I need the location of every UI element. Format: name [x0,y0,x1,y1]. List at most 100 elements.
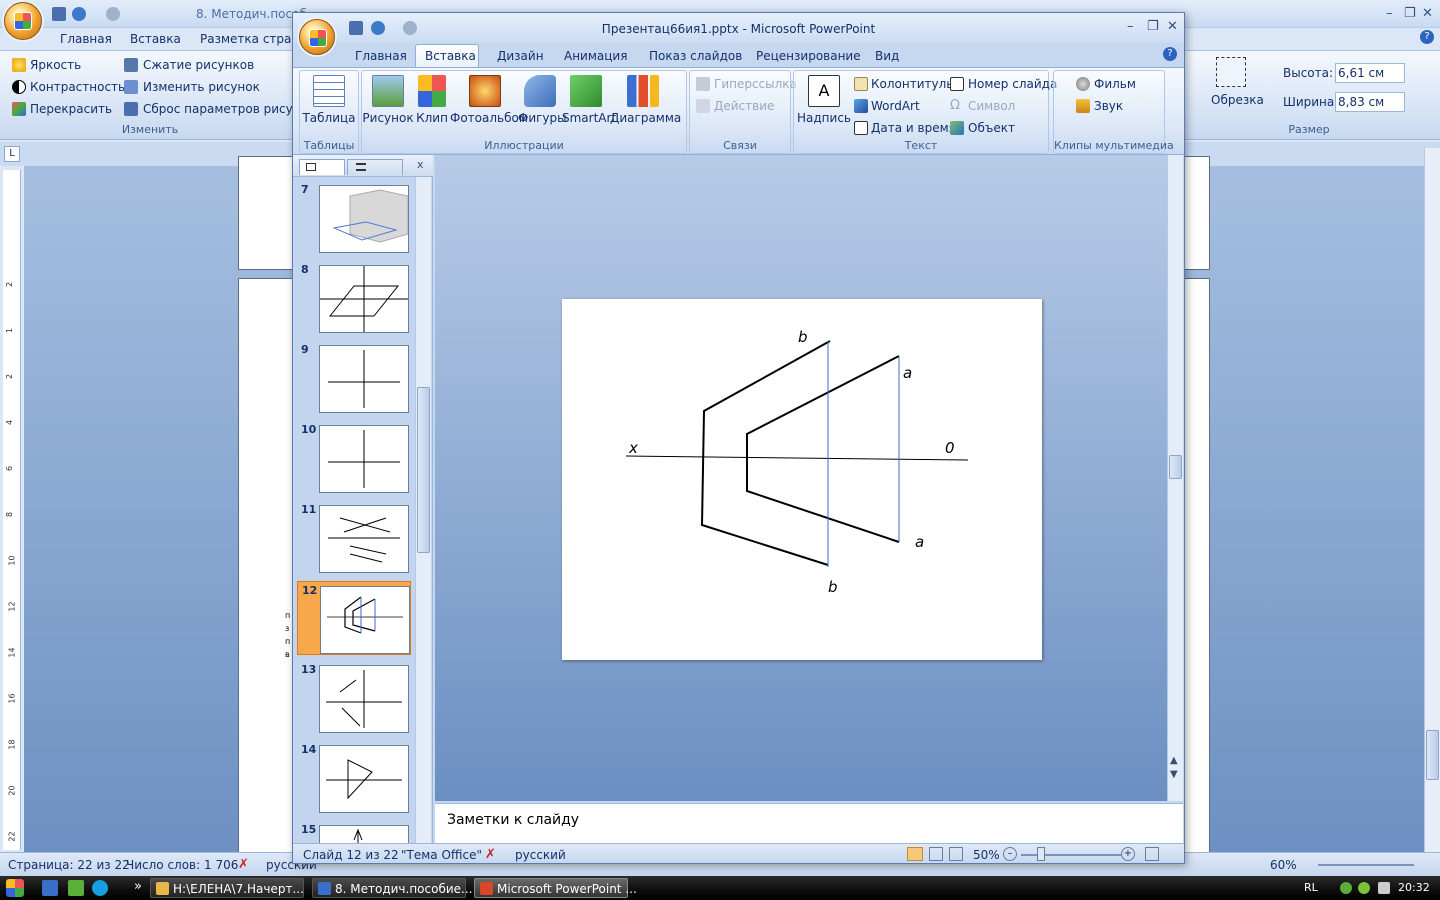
ppt-office-button[interactable] [299,19,335,55]
page-counter[interactable]: Страница: 22 из 22 [8,858,130,872]
taskbar-powerpoint[interactable]: Microsoft PowerPoint ... [474,878,637,898]
word-tab-insert[interactable]: Вставка [130,32,181,46]
recolor-button[interactable]: Перекрасить [30,102,112,116]
ppt-zoom-slider[interactable] [1021,854,1121,856]
skype-icon[interactable] [92,880,108,896]
taskbar-folder[interactable]: H:\ЕЛЕНА\7.Начерт... [150,878,304,898]
app-quicklaunch-icon[interactable] [68,880,84,896]
close-panel-icon[interactable]: x [417,158,424,171]
taskbar-word[interactable]: 8. Методич.пособие... [312,878,472,898]
datetime-button[interactable]: Дата и время [871,121,956,135]
table-button[interactable]: Таблица [302,75,356,125]
close-icon[interactable]: ✕ [1167,19,1178,34]
minimize-icon[interactable]: – [1127,19,1134,34]
crop-button[interactable]: Обрезка [1211,93,1264,107]
slide-thumbnail[interactable]: 7 [297,181,411,255]
word-zoom-slider[interactable] [1318,864,1414,866]
slide-sorter-icon[interactable] [929,847,943,861]
zoom-slider-thumb[interactable] [1037,847,1045,861]
slides-panel-scrollbar[interactable] [415,177,431,843]
photo-album-button[interactable]: Фотоальбом [450,75,528,125]
slide-thumbnail[interactable]: 10 [297,421,411,495]
minimize-icon[interactable]: – [1386,6,1393,21]
previous-slide-icon[interactable]: ▲ [1170,755,1178,766]
help-icon[interactable]: ? [1163,47,1177,61]
slide-thumbnail-selected[interactable]: 12 [297,581,411,655]
tray-icon[interactable] [1340,882,1352,894]
spellcheck-icon[interactable]: ✗ [238,857,249,872]
slides-tab[interactable] [299,159,345,175]
height-input[interactable]: 6,61 см [1335,63,1405,83]
hyperlink-button[interactable]: Гиперссылка [714,77,797,91]
sound-button[interactable]: Звук [1094,99,1123,113]
movie-button[interactable]: Фильм [1094,77,1136,91]
symbol-button[interactable]: Символ [968,99,1015,113]
tab-selector-icon[interactable]: L [4,146,20,162]
reset-picture-button[interactable]: Сброс параметров рисунка [143,102,315,116]
current-slide[interactable]: b a x 0 a b [562,299,1042,660]
redo-icon[interactable] [106,7,120,21]
slide-thumbnail[interactable]: 13 [297,661,411,735]
tab-design[interactable]: Дизайн [497,49,544,63]
volume-icon[interactable] [1378,882,1390,894]
normal-view-icon[interactable] [907,847,923,861]
tab-home[interactable]: Главная [355,49,407,63]
zoom-out-icon[interactable]: – [1003,847,1017,861]
slide-thumbnail[interactable]: 15 [297,821,411,843]
more-icon[interactable]: » [134,879,142,894]
language-indicator[interactable]: RL [1304,881,1318,894]
picture-button[interactable]: Рисунок [362,75,414,125]
word-tab-home[interactable]: Главная [60,32,112,46]
wordart-button[interactable]: WordArt [871,99,920,113]
word-vertical-scrollbar[interactable] [1424,148,1440,852]
brightness-button[interactable]: Яркость [30,58,81,72]
slide-thumbnail[interactable]: 11 [297,501,411,575]
smartart-button[interactable]: SmartArt [562,75,616,125]
width-input[interactable]: 8,83 см [1335,92,1405,112]
close-icon[interactable]: ✕ [1422,6,1433,21]
slide-vertical-scrollbar[interactable]: ▲ ▼ [1167,155,1183,801]
slideshow-view-icon[interactable] [949,847,963,861]
scroll-thumb[interactable] [1426,730,1439,780]
textbox-button[interactable]: A Надпись [796,75,852,125]
next-slide-icon[interactable]: ▼ [1170,769,1178,780]
undo-icon[interactable] [72,7,86,21]
theme-name[interactable]: "Тема Office" [401,848,482,862]
compress-button[interactable]: Сжатие рисунков [143,58,254,72]
tray-icon[interactable] [1358,882,1370,894]
tab-view[interactable]: Вид [875,49,899,63]
help-icon[interactable]: ? [1420,30,1434,44]
ppt-language[interactable]: русский [515,848,566,862]
tab-animation[interactable]: Анимация [564,49,627,63]
notes-pane[interactable]: Заметки к слайду [435,803,1183,843]
chart-button[interactable]: Диаграмма [610,75,681,125]
slide-thumbnail[interactable]: 14 [297,741,411,815]
zoom-in-icon[interactable]: + [1121,847,1135,861]
slide-number-button[interactable]: Номер слайда [968,77,1057,91]
ppt-zoom-level[interactable]: 50% [973,848,1000,862]
scroll-thumb[interactable] [1169,455,1182,479]
contrast-button[interactable]: Контрастность [30,80,125,94]
slide-thumbnail[interactable]: 9 [297,341,411,415]
restore-icon[interactable]: ❐ [1404,6,1416,21]
tab-insert[interactable]: Вставка [425,49,476,63]
clip-button[interactable]: Клип [412,75,452,125]
slide-thumbnail[interactable]: 8 [297,261,411,335]
spellcheck-icon[interactable]: ✗ [485,847,496,862]
clock[interactable]: 20:32 [1398,881,1430,894]
save-icon[interactable] [52,7,66,21]
shapes-button[interactable]: Фигуры [518,75,567,125]
tab-slideshow[interactable]: Показ слайдов [649,49,742,63]
change-picture-button[interactable]: Изменить рисунок [143,80,260,94]
action-button[interactable]: Действие [714,99,774,113]
outline-tab[interactable] [347,159,403,175]
scroll-thumb[interactable] [417,387,430,553]
restore-icon[interactable]: ❐ [1147,19,1159,34]
word-quicklaunch-icon[interactable] [42,880,58,896]
start-button[interactable] [6,879,24,897]
crop-icon[interactable] [1216,57,1246,87]
word-count[interactable]: Число слов: 1 706 [126,858,238,872]
word-zoom-level[interactable]: 60% [1270,858,1297,872]
fit-to-window-icon[interactable] [1145,847,1159,861]
header-footer-button[interactable]: Колонтитулы [871,77,956,91]
